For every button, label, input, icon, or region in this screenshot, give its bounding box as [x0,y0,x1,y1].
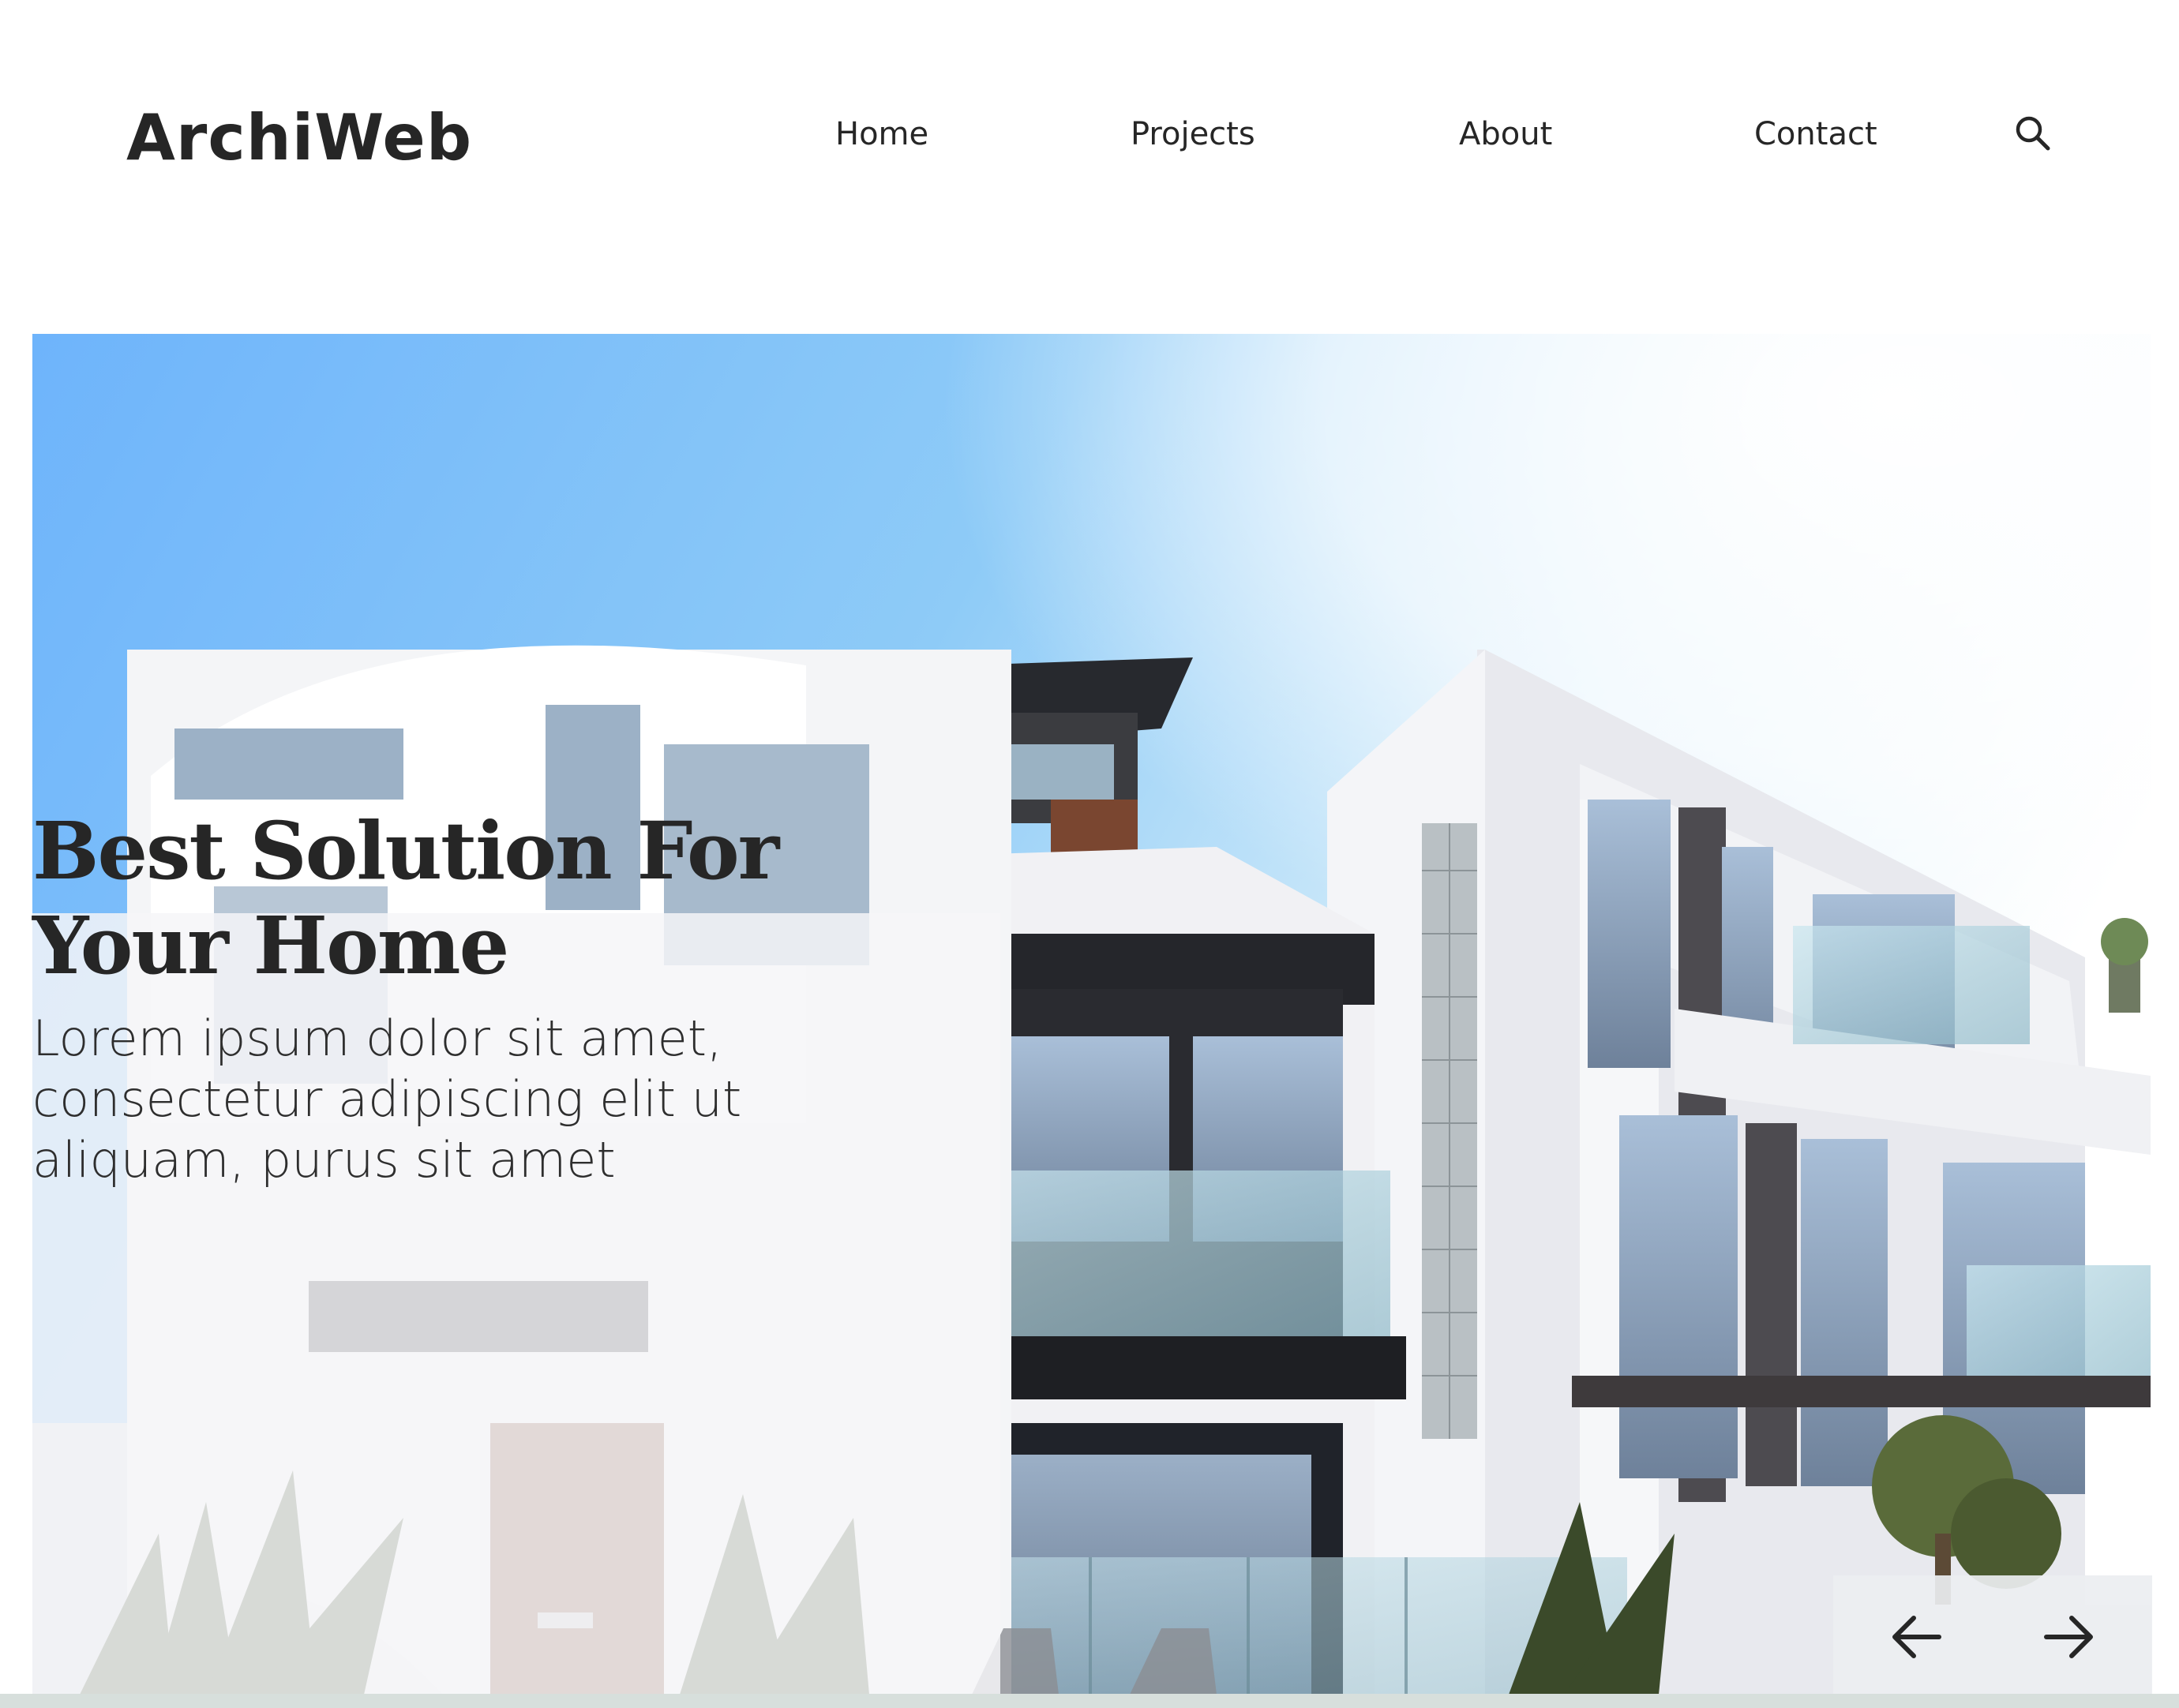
next-slide-button[interactable] [2035,1605,2098,1669]
logo[interactable]: ArchiWeb [126,95,472,182]
nav-about-link[interactable]: About [1459,110,1552,158]
hero-title: Best Solution For Your Home [32,804,779,992]
nav-contact-link[interactable]: Contact [1754,110,1877,158]
search-icon [2016,116,2050,151]
page: ArchiWeb Home Projects About Contact Bes… [0,0,2179,1708]
nav-projects-link[interactable]: Projects [1131,110,1255,158]
arrow-right-icon [2044,1616,2093,1658]
hero-description: Lorem ipsum dolor sit amet, consectetur … [32,1009,742,1189]
prev-slide-button[interactable] [1887,1605,1950,1669]
nav-home-link[interactable]: Home [835,110,928,158]
arrow-left-icon [1892,1616,1941,1658]
slider-controls [1833,1575,2152,1695]
footer-strip [0,1694,2179,1708]
search-button[interactable] [2012,112,2056,156]
